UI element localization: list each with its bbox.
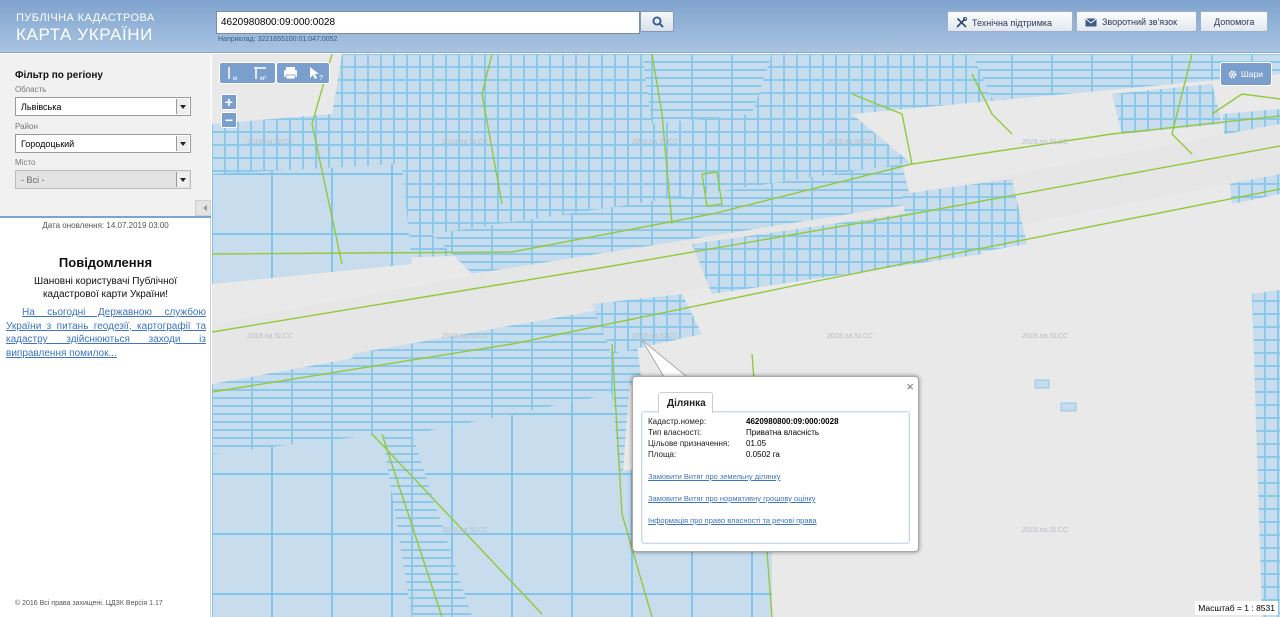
print-icon[interactable] [277, 63, 304, 83]
region-label: Область [15, 85, 47, 94]
district-label: Район [15, 122, 38, 131]
city-label: Місто [15, 158, 36, 167]
city-select-value: - Всі - [21, 175, 45, 185]
svg-text:2018.na.SLCC: 2018.na.SLCC [1021, 527, 1069, 534]
cadastral-number-value: 4620980800:09:000:0028 [746, 417, 839, 426]
ownership-type-value: Приватна власність [746, 428, 820, 437]
cadastral-search-input[interactable]: 4620980800:09:000:0028 [216, 11, 640, 34]
order-valuation-extract-link[interactable]: Замовити Витяг про нормативну грошову оц… [648, 494, 815, 503]
svg-text:2018.na.SLCC: 2018.na.SLCC [631, 139, 679, 146]
logo-line1: ПУБЛІЧНА КАДАСТРОВА [16, 12, 155, 24]
layers-label: Шари [1241, 69, 1263, 79]
parcel-info-popup: × Ділянка Кадастр.номер: 4620980800:09:0… [632, 376, 919, 552]
svg-text:2018.na.SLCC: 2018.na.SLCC [246, 139, 294, 146]
measure-area-icon[interactable]: м² [248, 63, 275, 83]
sidebar: Фільтр по регіону Область Львівська Райо… [0, 54, 211, 617]
city-select[interactable]: - Всі - [15, 170, 191, 189]
search-button[interactable] [640, 11, 674, 32]
gear-icon [1228, 70, 1237, 79]
svg-text:м: м [233, 76, 237, 82]
parcel-details-panel: Кадастр.номер: 4620980800:09:000:0028 Ти… [641, 411, 910, 544]
help-button[interactable]: Допомога [1200, 11, 1268, 32]
area-value: 0.0502 га [746, 450, 780, 459]
feedback-button[interactable]: Зворотний зв'язок [1076, 11, 1197, 32]
cadastral-map[interactable]: 2018.na.SLCC 2018.na.SLCC 2018.na.SLCC 2… [212, 54, 1280, 617]
tech-support-button[interactable]: Технічна підтримка [947, 11, 1073, 32]
update-date: Дата оновлення: 14.07.2019 03:00 [42, 221, 169, 230]
svg-text:2018.na.SLCC: 2018.na.SLCC [631, 333, 679, 340]
purpose-label: Цільове призначення: [648, 439, 730, 448]
identify-icon[interactable]: ? [303, 63, 330, 83]
close-icon[interactable]: × [906, 379, 914, 394]
svg-text:2018.na.SLCC: 2018.na.SLCC [826, 139, 874, 146]
logo-line2: КАРТА УКРАЇНИ [16, 25, 153, 44]
zoom-in-button[interactable]: + [221, 94, 237, 110]
magnifier-icon [652, 16, 664, 28]
ownership-type-label: Тип власності: [648, 428, 702, 437]
filter-title: Фільтр по регіону [15, 70, 103, 81]
region-select-value: Львівська [21, 102, 62, 112]
feedback-label: Зворотний зв'язок [1102, 17, 1178, 27]
zoom-out-button[interactable]: − [221, 112, 237, 128]
tech-support-label: Технічна підтримка [972, 18, 1053, 28]
header-bar: ПУБЛІЧНА КАДАСТРОВА КАРТА УКРАЇНИ 462098… [0, 0, 1280, 53]
svg-text:2018.na.SLCC: 2018.na.SLCC [1021, 139, 1069, 146]
copyright: © 2016 Всі права захищені. ЦДЗК Версія 1… [15, 600, 163, 607]
chevron-down-icon [176, 99, 189, 114]
svg-text:2018.na.SLCC: 2018.na.SLCC [441, 527, 489, 534]
area-label: Площа: [648, 450, 677, 459]
ownership-info-link[interactable]: Інформація про право власності та речові… [648, 516, 817, 525]
search-hint: Наприклад: 3221655100:01:047:0052 [218, 36, 338, 43]
svg-text:2018.na.SLCC: 2018.na.SLCC [1021, 333, 1069, 340]
svg-text:2018.na.SLCC: 2018.na.SLCC [441, 333, 489, 340]
order-land-extract-link[interactable]: Замовити Витяг про земельну ділянку [648, 472, 781, 481]
scale-indicator: Масштаб = 1 : 8531 [1195, 601, 1278, 615]
region-filter-panel: Фільтр по регіону Область Львівська Райо… [0, 54, 211, 218]
district-select-value: Городоцький [21, 139, 75, 149]
envelope-icon [1085, 18, 1097, 27]
print-identify-toolbar: ? [276, 62, 330, 84]
svg-text:2018.na.SLCC: 2018.na.SLCC [246, 333, 294, 340]
svg-text:2018.na.SLCC: 2018.na.SLCC [441, 139, 489, 146]
notice-title: Повідомлення [58, 255, 153, 270]
svg-text:м²: м² [260, 76, 266, 82]
tools-icon [956, 17, 967, 28]
help-label: Допомога [1214, 17, 1255, 27]
notice-greeting: Шановні користувачі Публічної кадастрово… [34, 276, 177, 300]
collapse-sidebar-button[interactable] [195, 200, 211, 216]
notice-link[interactable]: На сьогодні Державною службою України з … [6, 306, 206, 360]
site-logo[interactable]: ПУБЛІЧНА КАДАСТРОВА КАРТА УКРАЇНИ [16, 12, 155, 44]
region-select[interactable]: Львівська [15, 97, 191, 116]
purpose-value: 01.05 [746, 439, 767, 448]
svg-text:?: ? [319, 75, 323, 82]
cadastral-number-label: Кадастр.номер: [648, 417, 707, 426]
measure-toolbar: м м² [219, 62, 276, 84]
layers-button[interactable]: Шари [1220, 62, 1272, 86]
measure-distance-icon[interactable]: м [221, 63, 248, 83]
district-select[interactable]: Городоцький [15, 134, 191, 153]
chevron-down-icon [176, 172, 189, 187]
chevron-down-icon [176, 136, 189, 151]
svg-text:2018.na.SLCC: 2018.na.SLCC [826, 333, 874, 340]
tab-parcel[interactable]: Ділянка [658, 392, 713, 413]
